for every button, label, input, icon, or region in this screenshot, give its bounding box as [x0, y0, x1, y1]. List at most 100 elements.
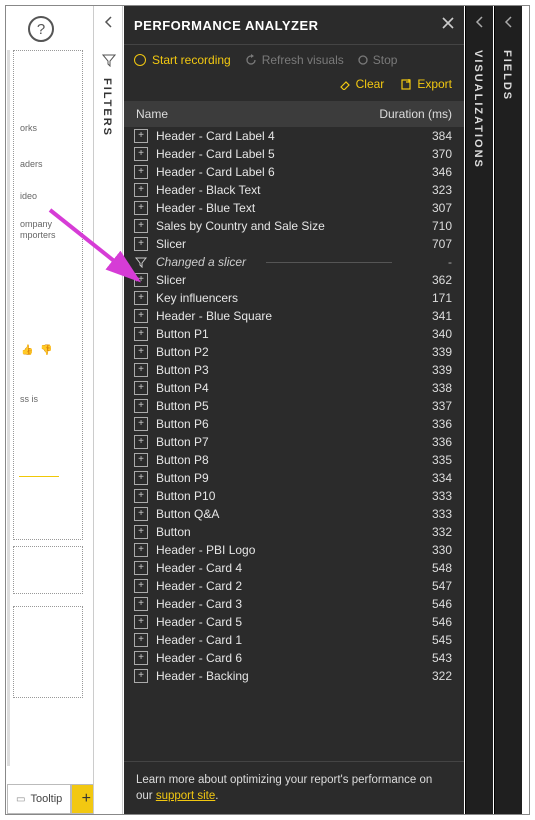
expand-row-button[interactable]: + [134, 237, 148, 251]
row-duration: 322 [392, 669, 452, 683]
row-duration: 330 [392, 543, 452, 557]
table-row[interactable]: + Header - Card 2 547 [124, 577, 464, 595]
expand-row-button[interactable]: + [134, 435, 148, 449]
table-row[interactable]: + Button P8 335 [124, 451, 464, 469]
expand-row-button[interactable]: + [134, 453, 148, 467]
canvas-scrollbar[interactable] [7, 50, 10, 766]
expand-row-button[interactable]: + [134, 201, 148, 215]
expand-row-button[interactable]: + [134, 651, 148, 665]
row-name: Header - PBI Logo [156, 543, 392, 557]
table-row[interactable]: + Header - Blue Text 307 [124, 199, 464, 217]
table-row[interactable]: + Button P10 333 [124, 487, 464, 505]
column-header-duration[interactable]: Duration (ms) [362, 107, 452, 121]
expand-row-button[interactable]: + [134, 615, 148, 629]
row-name: Button P7 [156, 435, 392, 449]
table-row[interactable]: + Button P2 339 [124, 343, 464, 361]
close-panel-button[interactable] [442, 16, 454, 34]
table-row[interactable]: + Header - Card Label 5 370 [124, 145, 464, 163]
start-recording-button[interactable]: Start recording [134, 53, 231, 67]
table-row[interactable]: + Button 332 [124, 523, 464, 541]
row-name: Header - Card 3 [156, 597, 392, 611]
expand-row-button[interactable]: + [134, 327, 148, 341]
expand-row-button[interactable]: + [134, 309, 148, 323]
visual-placeholder[interactable] [13, 606, 83, 698]
help-icon[interactable]: ? [28, 16, 54, 42]
table-row[interactable]: + Button Q&A 333 [124, 505, 464, 523]
table-row[interactable]: + Button P7 336 [124, 433, 464, 451]
event-row: Changed a slicer - [124, 253, 464, 271]
expand-row-button[interactable]: + [134, 471, 148, 485]
table-row[interactable]: + Header - Card 6 543 [124, 649, 464, 667]
table-row[interactable]: + Header - Card Label 6 346 [124, 163, 464, 181]
canvas-text-fragment: mporters [20, 230, 56, 241]
table-row[interactable]: + Header - Backing 322 [124, 667, 464, 685]
expand-row-button[interactable]: + [134, 525, 148, 539]
fields-expand-button[interactable] [495, 6, 523, 38]
table-row[interactable]: + Button P4 338 [124, 379, 464, 397]
refresh-visuals-button[interactable]: Refresh visuals [245, 53, 344, 67]
row-duration: 548 [392, 561, 452, 575]
canvas-text-fragment: orks [20, 123, 37, 134]
row-name: Button P6 [156, 417, 392, 431]
table-row[interactable]: + Header - Card 4 548 [124, 559, 464, 577]
panel-footer-tip: Learn more about optimizing your report'… [124, 761, 464, 814]
table-row[interactable]: + Button P9 334 [124, 469, 464, 487]
stop-button[interactable]: Stop [358, 53, 398, 67]
table-row[interactable]: + Key influencers 171 [124, 289, 464, 307]
export-button[interactable]: Export [400, 77, 452, 91]
row-duration: 333 [392, 489, 452, 503]
expand-row-button[interactable]: + [134, 507, 148, 521]
close-icon [442, 17, 454, 29]
expand-row-button[interactable]: + [134, 561, 148, 575]
expand-row-button[interactable]: + [134, 363, 148, 377]
filters-icon[interactable] [94, 44, 124, 76]
expand-row-button[interactable]: + [134, 183, 148, 197]
table-row[interactable]: + Button P1 340 [124, 325, 464, 343]
column-header-name[interactable]: Name [136, 107, 362, 121]
expand-row-button[interactable]: + [134, 147, 148, 161]
expand-row-button[interactable]: + [134, 399, 148, 413]
visual-placeholder[interactable]: orks aders ideo ompany mporters ss is [13, 50, 83, 540]
clear-button[interactable]: Clear [339, 77, 385, 91]
expand-row-button[interactable]: + [134, 273, 148, 287]
expand-row-button[interactable]: + [134, 129, 148, 143]
table-row[interactable]: + Sales by Country and Sale Size 710 [124, 217, 464, 235]
fields-label: FIELDS [501, 50, 513, 101]
row-duration: 546 [392, 615, 452, 629]
expand-row-button[interactable]: + [134, 417, 148, 431]
expand-row-button[interactable]: + [134, 669, 148, 683]
table-row[interactable]: + Header - Card 1 545 [124, 631, 464, 649]
table-row[interactable]: + Slicer 707 [124, 235, 464, 253]
table-row[interactable]: + Header - Blue Square 341 [124, 307, 464, 325]
expand-row-button[interactable]: + [134, 219, 148, 233]
expand-row-button[interactable]: + [134, 543, 148, 557]
table-row[interactable]: + Slicer 362 [124, 271, 464, 289]
expand-row-button[interactable]: + [134, 489, 148, 503]
results-list[interactable]: + Header - Card Label 4 384 + Header - C… [124, 127, 464, 761]
expand-row-button[interactable]: + [134, 597, 148, 611]
table-row[interactable]: + Header - Card Label 4 384 [124, 127, 464, 145]
row-name: Button [156, 525, 392, 539]
page-tab-tooltip[interactable]: ▭ Tooltip [7, 784, 71, 814]
table-row[interactable]: + Header - Black Text 323 [124, 181, 464, 199]
row-duration: 341 [392, 309, 452, 323]
visual-placeholder[interactable] [13, 546, 83, 594]
expand-row-button[interactable]: + [134, 633, 148, 647]
filters-expand-button[interactable] [94, 6, 124, 38]
row-name: Sales by Country and Sale Size [156, 219, 392, 233]
expand-row-button[interactable]: + [134, 345, 148, 359]
table-row[interactable]: + Header - Card 5 546 [124, 613, 464, 631]
expand-row-button[interactable]: + [134, 291, 148, 305]
table-row[interactable]: + Header - Card 3 546 [124, 595, 464, 613]
expand-row-button[interactable]: + [134, 381, 148, 395]
expand-row-button[interactable]: + [134, 165, 148, 179]
feedback-icons[interactable]: 👍 👎 [21, 345, 55, 356]
table-row[interactable]: + Button P5 337 [124, 397, 464, 415]
support-site-link[interactable]: support site [156, 790, 215, 802]
table-row[interactable]: + Header - PBI Logo 330 [124, 541, 464, 559]
row-name: Header - Blue Square [156, 309, 392, 323]
table-row[interactable]: + Button P3 339 [124, 361, 464, 379]
expand-row-button[interactable]: + [134, 579, 148, 593]
table-row[interactable]: + Button P6 336 [124, 415, 464, 433]
visualizations-expand-button[interactable] [466, 6, 494, 38]
